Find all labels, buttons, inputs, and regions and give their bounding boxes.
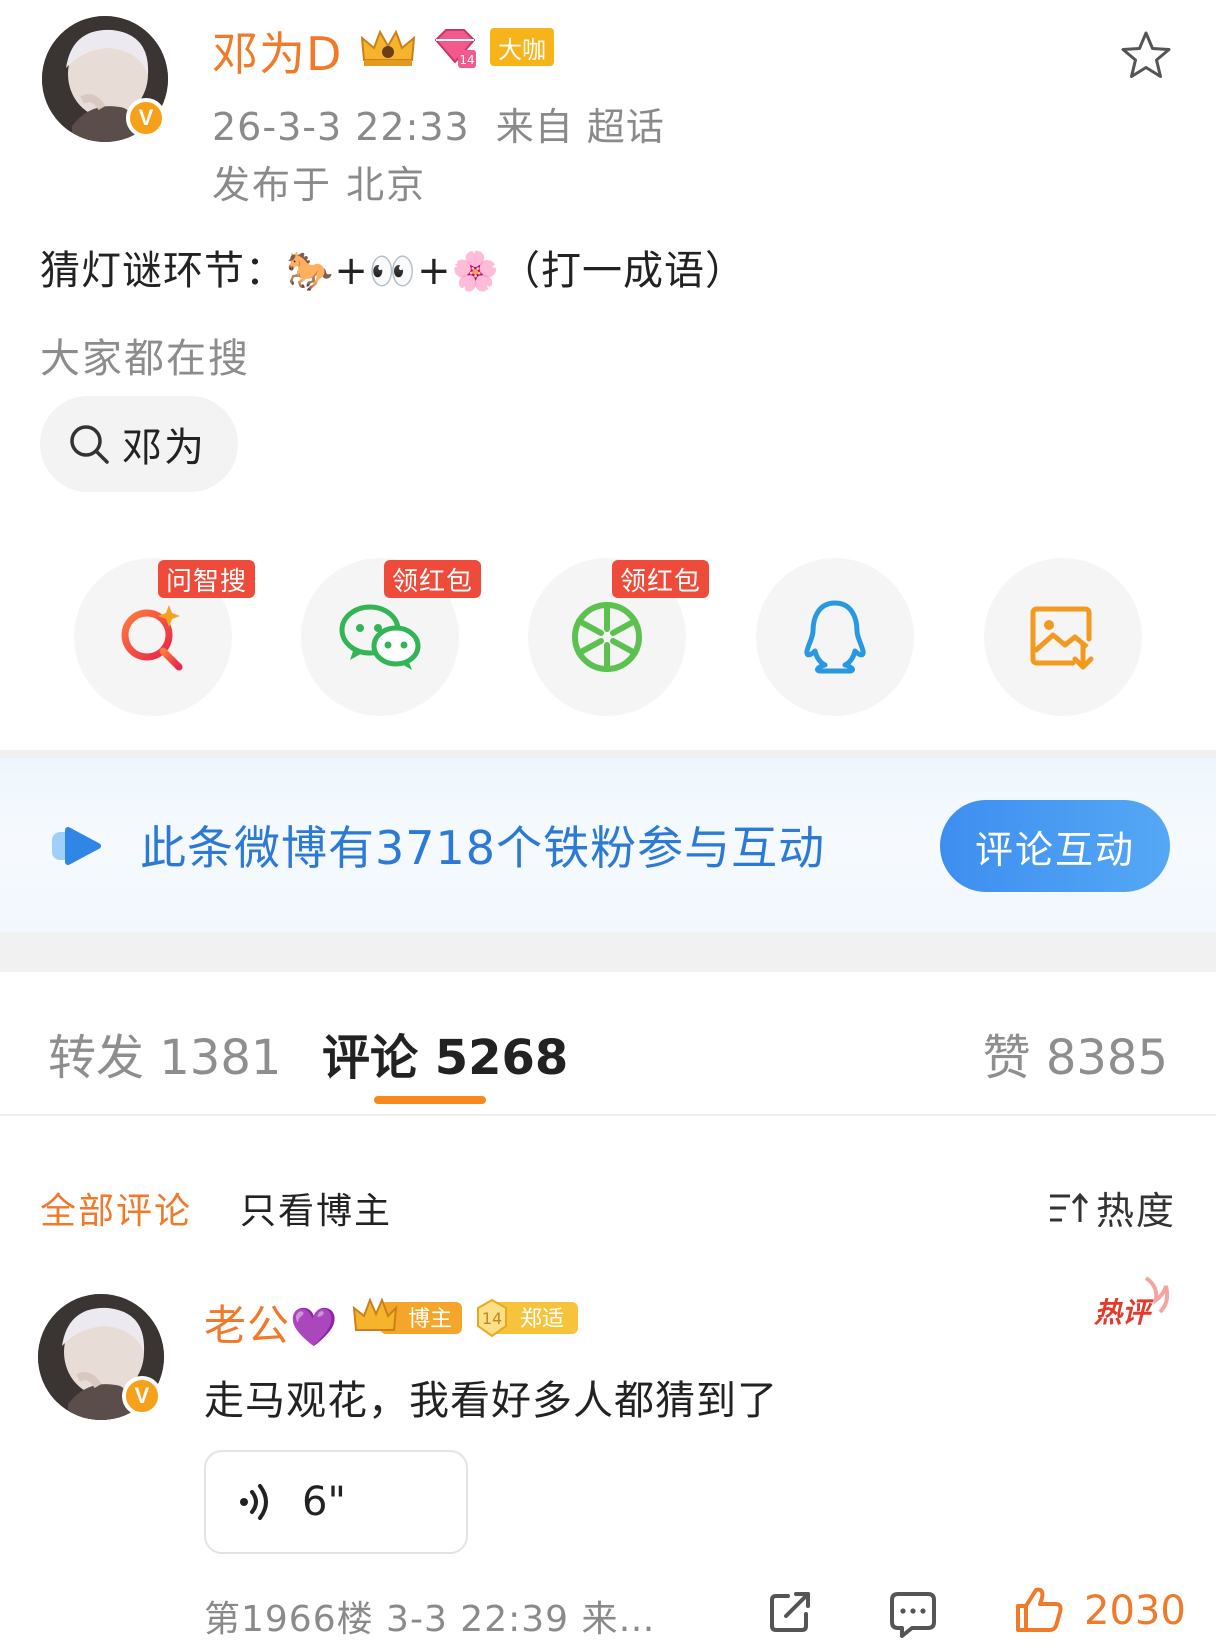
voice-duration: 6" <box>302 1479 346 1525</box>
favorite-star-icon[interactable] <box>1118 28 1174 84</box>
post-text-suffix: （打一成语） <box>500 248 747 294</box>
qq-icon <box>804 600 866 674</box>
plus-sign: + <box>334 248 369 294</box>
play-arrows-icon <box>52 827 101 865</box>
vip-badge: 大咖 <box>490 28 554 66</box>
iron-fan-banner[interactable]: 此条微博有3718个铁粉参与互动 评论互动 <box>0 758 1216 932</box>
post-text-prefix: 猜灯谜环节： <box>40 248 286 294</box>
share-qq-button[interactable] <box>756 558 914 716</box>
moments-icon <box>572 602 642 672</box>
hot-comment-label: 热评 <box>1093 1296 1154 1329</box>
hot-search-label: 大家都在搜 <box>40 336 250 382</box>
commenter-avatar[interactable]: V <box>38 1294 166 1422</box>
hot-search-chip[interactable]: 邓为 <box>40 396 238 492</box>
wechat-icon <box>339 604 421 670</box>
svg-text:14: 14 <box>459 53 474 67</box>
voice-wave-icon <box>240 1484 268 1520</box>
tab-comment[interactable]: 评论 5268 <box>322 1018 568 1088</box>
sort-icon <box>1049 1192 1088 1222</box>
purple-heart-emoji: 💜 <box>290 1305 339 1349</box>
fan-level-number: 14 <box>482 1309 502 1328</box>
eyes-emoji: 👀 <box>368 249 418 293</box>
verified-badge-icon: V <box>126 98 166 138</box>
like-count: 2030 <box>1084 1588 1186 1634</box>
post-meta: 26-3-3 22:33 来自 超话 <box>212 96 665 151</box>
active-tab-indicator <box>374 1096 486 1104</box>
post-body: 猜灯谜环节：🐎+👀+🌸（打一成语） <box>40 238 746 296</box>
tab-like[interactable]: 赞 8385 <box>983 1018 1168 1088</box>
voice-message-player[interactable]: 6" <box>204 1450 468 1554</box>
post-source[interactable]: 来自 超话 <box>496 105 665 149</box>
sort-label: 热度 <box>1095 1189 1176 1233</box>
search-icon <box>70 425 109 464</box>
filter-owner-only[interactable]: 只看博主 <box>240 1182 392 1234</box>
horse-emoji: 🐎 <box>286 249 335 293</box>
commenter-name-text: 老公 <box>204 1301 291 1350</box>
commenter-name[interactable]: 老公💜 <box>204 1292 338 1353</box>
banner-text: 此条微博有3718个铁粉参与互动 <box>140 821 826 875</box>
blogger-badge: 博主 <box>352 1297 462 1334</box>
filter-all-comments[interactable]: 全部评论 <box>40 1182 192 1234</box>
blogger-badge-label: 博主 <box>408 1307 452 1332</box>
verified-badge-icon: V <box>122 1376 162 1416</box>
save-image-icon <box>1030 606 1094 670</box>
comment-interact-button[interactable]: 评论互动 <box>940 800 1170 892</box>
comment-meta: 第1966楼 3-3 22:39 来… <box>204 1599 656 1640</box>
tab-forward[interactable]: 转发 1381 <box>48 1018 281 1088</box>
fan-club-name: 郑适 <box>520 1307 564 1332</box>
post-location: 发布于 北京 <box>212 163 427 207</box>
like-thumb-icon[interactable] <box>1014 1584 1064 1634</box>
hot-comment-badge: 热评 <box>1093 1276 1170 1329</box>
section-divider <box>0 932 1216 972</box>
reply-icon[interactable] <box>888 1590 938 1638</box>
share-tag: 领红包 <box>612 560 710 598</box>
share-tag: 问智搜 <box>158 560 256 598</box>
diamond-member-icon: 14 <box>434 29 476 68</box>
hot-search-chip-label: 邓为 <box>122 425 206 471</box>
save-image-button[interactable] <box>984 558 1142 716</box>
crown-level-icon <box>360 29 416 66</box>
share-tag: 领红包 <box>384 560 482 598</box>
post-datetime: 26-3-3 22:33 <box>212 105 470 149</box>
author-name[interactable]: 邓为D <box>212 18 342 84</box>
ai-search-icon <box>121 605 183 671</box>
share-icon[interactable] <box>766 1588 814 1636</box>
plus-sign: + <box>417 248 452 294</box>
fan-level-badge: 14 郑适 <box>477 1298 578 1338</box>
author-avatar[interactable]: V <box>42 16 170 144</box>
flower-emoji: 🌸 <box>451 249 501 293</box>
sort-by-heat-button[interactable]: 热度 <box>1048 1180 1176 1235</box>
tab-divider <box>0 1114 1216 1116</box>
section-divider <box>0 750 1216 758</box>
comment-text: 走马观花，我看好多人都猜到了 <box>204 1378 778 1424</box>
